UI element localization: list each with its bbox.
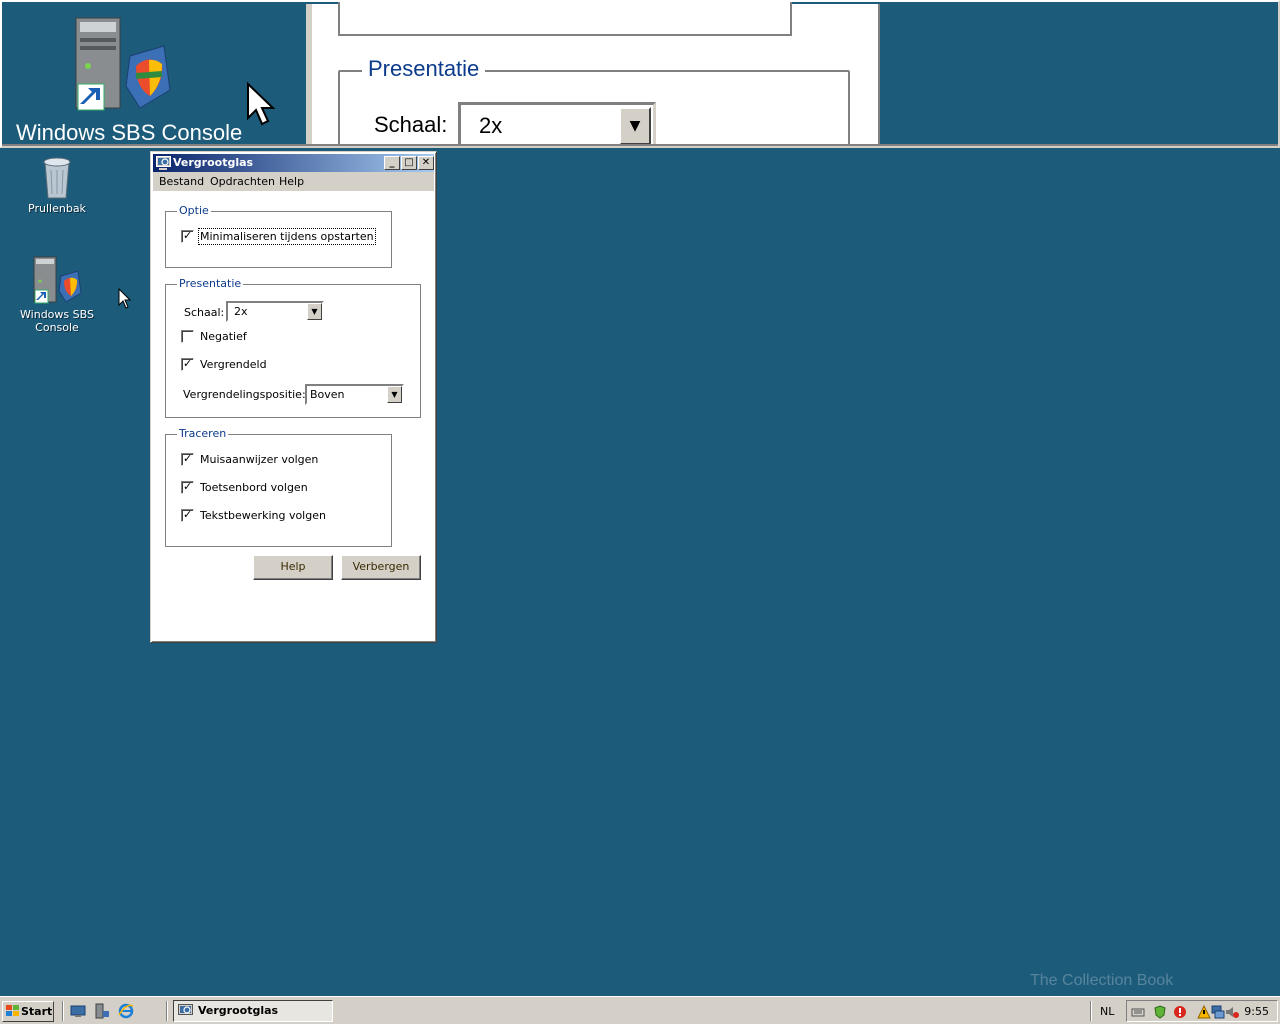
recycle-bin-label: Prullenbak	[28, 202, 86, 215]
scale-select[interactable]: 2x ▼	[226, 301, 324, 322]
recycle-bin-desktop-icon[interactable]: Prullenbak	[2, 152, 112, 215]
network-icon[interactable]	[1211, 1005, 1225, 1019]
watermark: The Collection Book	[1030, 972, 1174, 989]
lock-position-select[interactable]: Boven ▼	[305, 384, 404, 405]
magnifier-view: Windows SBS Console Presentatie Schaal: …	[0, 0, 1280, 148]
warning-icon[interactable]	[1197, 1005, 1211, 1019]
locked-label[interactable]: Vergrendeld	[200, 358, 267, 371]
lock-position-label: Vergrendelingspositie:	[183, 388, 306, 401]
clock[interactable]: 9:55	[1244, 1005, 1269, 1018]
alert-icon[interactable]	[1173, 1005, 1187, 1019]
sbs-console-icon	[33, 256, 82, 304]
mouse-cursor-icon	[118, 288, 132, 309]
checkmark-icon: ✓	[183, 508, 193, 521]
taskbar: Start Vergrootglas NL 9:55	[0, 996, 1280, 1024]
negative-checkbox[interactable]	[181, 330, 194, 343]
show-desktop-icon[interactable]	[70, 1003, 86, 1019]
security-shield-icon[interactable]	[1153, 1005, 1167, 1019]
windows-logo-icon	[6, 1005, 19, 1016]
scale-value: 2x	[234, 305, 248, 318]
magnified-icon-label: Windows SBS Console	[16, 120, 243, 145]
magnified-scale-value: 2x	[479, 113, 503, 138]
follow-text-editing-label[interactable]: Tekstbewerking volgen	[200, 509, 326, 522]
language-indicator[interactable]: NL	[1100, 1005, 1114, 1018]
window-title: Vergrootglas	[173, 156, 254, 169]
dropdown-arrow-icon[interactable]: ▼	[387, 386, 402, 403]
menu-bar: Bestand Opdrachten Help	[153, 172, 434, 191]
scale-label: Schaal:	[184, 306, 225, 319]
recycle-bin-icon	[43, 157, 71, 199]
minimize-button[interactable]: _	[384, 156, 400, 170]
start-label: Start	[21, 1005, 53, 1018]
sbs-console-label: Windows SBS Console	[20, 308, 94, 334]
system-tray: 9:55	[1126, 1000, 1278, 1022]
minimize-on-startup-label[interactable]: Minimaliseren tijdens opstarten	[198, 228, 376, 245]
dropdown-arrow-icon[interactable]: ▼	[307, 303, 322, 320]
follow-keyboard-checkbox[interactable]: ✓	[181, 480, 194, 494]
taskbar-separator	[62, 1001, 64, 1021]
magnifier-app-icon	[156, 156, 171, 170]
optie-group-title: Optie	[177, 204, 211, 217]
magnified-dialog: Presentatie Schaal: 2x ▼	[306, 2, 880, 146]
presentatie-group-title: Presentatie	[177, 277, 244, 290]
close-button[interactable]: ✕	[418, 156, 434, 170]
sbs-console-desktop-icon[interactable]: Windows SBS Console	[2, 256, 112, 334]
follow-mouse-label[interactable]: Muisaanwijzer volgen	[200, 453, 318, 466]
magnified-desktop-area: Windows SBS Console	[4, 4, 306, 146]
taskbar-separator	[166, 1001, 168, 1021]
volume-muted-icon[interactable]	[1225, 1005, 1239, 1019]
magnified-group-box	[338, 2, 792, 36]
traceren-group-title: Traceren	[177, 427, 229, 440]
follow-text-editing-checkbox[interactable]: ✓	[181, 508, 194, 522]
server-manager-icon[interactable]	[94, 1003, 110, 1019]
taskbar-item-vergrootglas[interactable]: Vergrootglas	[173, 1000, 333, 1022]
checkmark-icon: ✓	[183, 357, 193, 370]
maximize-button[interactable]: □	[401, 156, 417, 170]
menu-opdrachten[interactable]: Opdrachten	[210, 175, 275, 188]
checkmark-icon: ✓	[183, 229, 193, 242]
taskbar-separator	[1090, 1001, 1092, 1021]
magnified-cursor-icon	[247, 82, 276, 126]
magnified-scale-label: Schaal:	[374, 112, 448, 137]
magnifier-app-icon	[178, 1004, 193, 1015]
internet-explorer-icon[interactable]	[118, 1003, 134, 1019]
keyboard-icon[interactable]	[1131, 1005, 1145, 1019]
checkmark-icon: ✓	[183, 480, 193, 493]
magnified-dropdown-arrow-icon: ▼	[619, 107, 651, 145]
magnifier-settings-window: Vergrootglas _ □ ✕ Bestand Opdrachten He…	[150, 151, 437, 643]
magnified-scale-combo: 2x ▼	[458, 102, 656, 146]
follow-keyboard-label[interactable]: Toetsenbord volgen	[200, 481, 308, 494]
negative-label[interactable]: Negatief	[200, 330, 247, 343]
start-button[interactable]: Start	[2, 1001, 54, 1022]
help-button[interactable]: Help	[253, 555, 333, 580]
title-bar[interactable]: Vergrootglas _ □ ✕	[153, 154, 434, 172]
taskbar-item-label: Vergrootglas	[198, 1004, 279, 1017]
lock-position-value: Boven	[310, 388, 345, 401]
follow-mouse-checkbox[interactable]: ✓	[181, 452, 194, 466]
checkmark-icon: ✓	[183, 452, 193, 465]
hide-button[interactable]: Verbergen	[341, 555, 421, 580]
locked-checkbox[interactable]: ✓	[181, 357, 194, 371]
menu-help[interactable]: Help	[279, 175, 304, 188]
sbs-console-icon	[75, 17, 171, 111]
menu-bestand[interactable]: Bestand	[159, 175, 204, 188]
magnified-group-title: Presentatie	[362, 56, 486, 82]
minimize-on-startup-checkbox[interactable]: ✓	[181, 229, 194, 243]
